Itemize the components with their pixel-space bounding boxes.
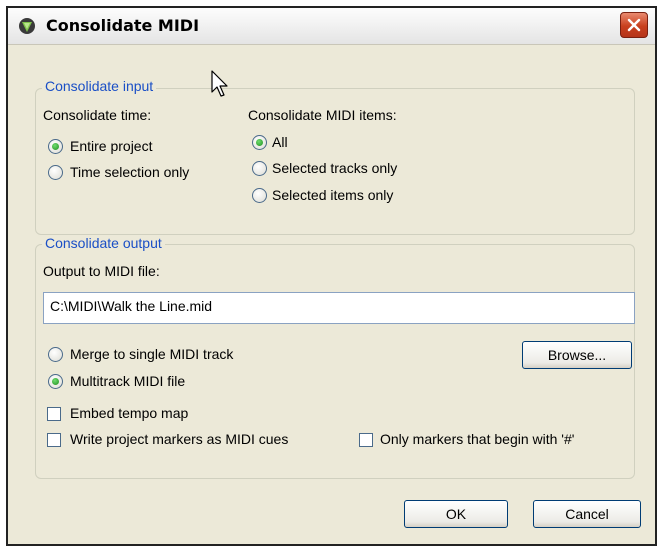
radio-time-selection-only-label[interactable]: Time selection only xyxy=(70,164,189,180)
output-file-label: Output to MIDI file: xyxy=(43,263,160,279)
checkbox-embed-tempo-map[interactable] xyxy=(47,407,61,421)
consolidate-items-label: Consolidate MIDI items: xyxy=(248,107,397,123)
radio-all[interactable] xyxy=(252,135,267,150)
consolidate-output-title: Consolidate output xyxy=(42,235,165,251)
browse-button[interactable]: Browse... xyxy=(522,341,632,369)
output-file-field[interactable]: C:\MIDI\Walk the Line.mid xyxy=(43,292,635,324)
consolidate-midi-dialog: Consolidate MIDI Consolidate input Conso… xyxy=(6,6,657,546)
radio-entire-project[interactable] xyxy=(48,139,63,154)
reaper-icon xyxy=(18,17,36,35)
radio-entire-project-label[interactable]: Entire project xyxy=(70,138,152,154)
checkbox-write-project-markers[interactable] xyxy=(47,433,61,447)
checkbox-embed-tempo-map-label[interactable]: Embed tempo map xyxy=(70,405,188,421)
window-title: Consolidate MIDI xyxy=(46,16,200,35)
radio-time-selection-only[interactable] xyxy=(48,165,63,180)
radio-selected-tracks-only-label[interactable]: Selected tracks only xyxy=(272,160,397,176)
mouse-pointer-icon xyxy=(211,70,228,97)
consolidate-time-label: Consolidate time: xyxy=(43,107,152,123)
consolidate-input-title: Consolidate input xyxy=(42,78,157,94)
close-button[interactable] xyxy=(620,12,648,38)
cancel-button[interactable]: Cancel xyxy=(533,500,641,528)
radio-multitrack-midi-label[interactable]: Multitrack MIDI file xyxy=(70,373,185,389)
title-bar[interactable]: Consolidate MIDI xyxy=(8,8,655,45)
radio-selected-items-only[interactable] xyxy=(252,188,267,203)
radio-all-label[interactable]: All xyxy=(272,134,288,150)
radio-multitrack-midi[interactable] xyxy=(48,374,63,389)
radio-merge-single-track-label[interactable]: Merge to single MIDI track xyxy=(70,346,233,362)
radio-merge-single-track[interactable] xyxy=(48,347,63,362)
close-icon xyxy=(627,18,641,32)
ok-button[interactable]: OK xyxy=(404,500,508,528)
checkbox-only-markers-hash[interactable] xyxy=(359,433,373,447)
radio-selected-items-only-label[interactable]: Selected items only xyxy=(272,187,393,203)
checkbox-write-project-markers-label[interactable]: Write project markers as MIDI cues xyxy=(70,431,288,447)
radio-selected-tracks-only[interactable] xyxy=(252,161,267,176)
checkbox-only-markers-hash-label[interactable]: Only markers that begin with '#' xyxy=(380,431,574,447)
